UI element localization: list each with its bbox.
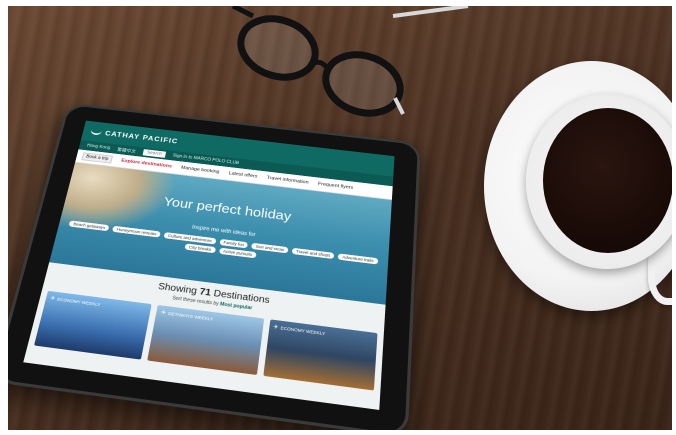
destination-card[interactable]: ✈GETAWAYS WEEKLY xyxy=(147,304,264,375)
chip-interest[interactable]: Sun and snow xyxy=(251,242,289,254)
chip-interest[interactable]: Family fun xyxy=(219,238,249,249)
card-tag: ✈ECONOMY WEEKLY xyxy=(273,324,326,337)
coffee xyxy=(543,108,672,253)
destination-card[interactable]: ✈ECONOMY WEEKLY xyxy=(34,290,153,360)
plane-icon: ✈ xyxy=(160,310,167,317)
nav-frequent-flyers[interactable]: Frequent flyers xyxy=(318,182,354,191)
chip-interest[interactable]: City breaks xyxy=(184,243,216,254)
tablet: CATHAY PACIFIC Hong Kong 繁體中文 Search Sig… xyxy=(8,102,421,430)
region-selector[interactable]: Hong Kong xyxy=(86,143,110,150)
brand-name: CATHAY PACIFIC xyxy=(104,129,179,145)
tablet-screen: CATHAY PACIFIC Hong Kong 繁體中文 Search Sig… xyxy=(23,120,395,410)
tablet-wrap: CATHAY PACIFIC Hong Kong 繁體中文 Search Sig… xyxy=(8,56,478,430)
plane-icon: ✈ xyxy=(272,324,279,331)
chip-interest[interactable]: Active pursuits xyxy=(218,247,257,259)
language-selector[interactable]: 繁體中文 xyxy=(117,146,137,154)
chip-interest[interactable]: Travel and shops xyxy=(291,247,335,260)
card-tag: ✈ECONOMY WEEKLY xyxy=(49,295,101,308)
nav-manage-booking[interactable]: Manage booking xyxy=(181,165,220,174)
chip-interest[interactable]: Adventure trails xyxy=(338,253,378,265)
chip-interest[interactable]: Culture and adventure xyxy=(163,232,217,245)
destination-count: 71 xyxy=(198,286,212,299)
destination-card[interactable]: ✈ECONOMY WEEKLY xyxy=(262,319,378,391)
card-tag: ✈GETAWAYS WEEKLY xyxy=(160,309,214,322)
nav-travel-information[interactable]: Travel information xyxy=(266,176,308,186)
card-tag-text: GETAWAYS WEEKLY xyxy=(167,311,214,322)
book-trip-button[interactable]: Book a trip xyxy=(81,152,113,164)
desk-scene: CATHAY PACIFIC Hong Kong 繁體中文 Search Sig… xyxy=(8,6,672,430)
plane-icon: ✈ xyxy=(49,295,56,303)
nav-explore-destinations[interactable]: Explore destinations xyxy=(121,158,172,169)
nav-latest-offers[interactable]: Latest offers xyxy=(228,171,257,179)
card-tag-text: ECONOMY WEEKLY xyxy=(280,325,326,337)
card-tag-text: ECONOMY WEEKLY xyxy=(56,296,101,308)
brush-wing-icon xyxy=(89,128,103,136)
